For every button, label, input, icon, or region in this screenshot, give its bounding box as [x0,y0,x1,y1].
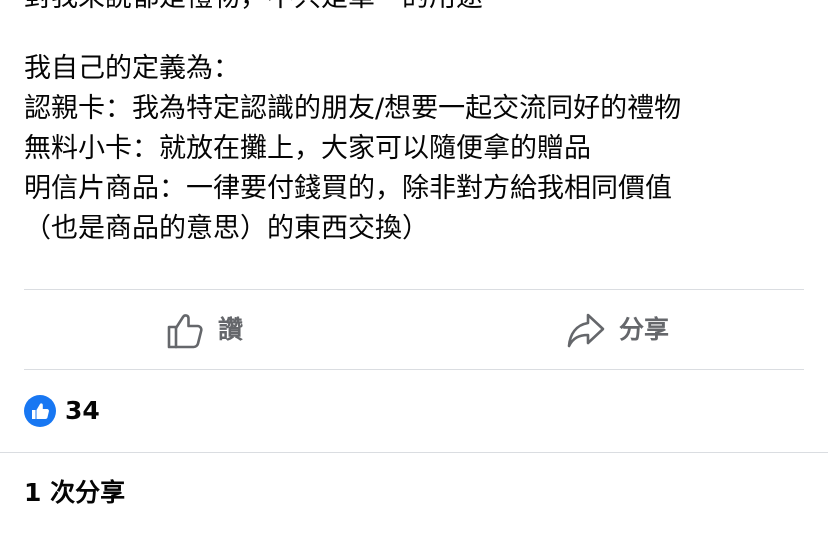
post-text-line-cut: 對我來說都是禮物，不只是單一的用途 [24,0,483,18]
share-button-label: 分享 [619,315,670,344]
post-text-line: 我自己的定義為： [24,53,240,84]
facebook-post: 對我來說都是禮物，不只是單一的用途 我自己的定義為： 認親卡：我為特定認識的朋友… [0,0,828,536]
like-button-label: 讚 [218,315,244,344]
like-button[interactable]: 讚 [166,309,243,351]
divider [0,452,828,453]
reaction-summary[interactable]: 34 [24,394,100,428]
post-text-line: （也是商品的意思）的東西交換） [24,213,429,244]
divider [24,289,804,290]
share-count[interactable]: 1 次分享 [24,474,125,512]
post-text-line: 無料小卡：就放在攤上，大家可以隨便拿的贈品 [24,133,591,164]
share-arrow-icon [567,311,605,349]
share-button[interactable]: 分享 [567,309,669,351]
reaction-count: 34 [65,396,100,425]
thumbs-up-outline-icon [166,311,204,349]
divider [24,369,804,370]
post-text-line: 認親卡：我為特定認識的朋友/想要一起交流同好的禮物 [24,93,682,124]
post-text-line: 明信片商品：一律要付錢買的，除非對方給我相同價值 [24,173,672,204]
like-reaction-icon [24,395,56,427]
